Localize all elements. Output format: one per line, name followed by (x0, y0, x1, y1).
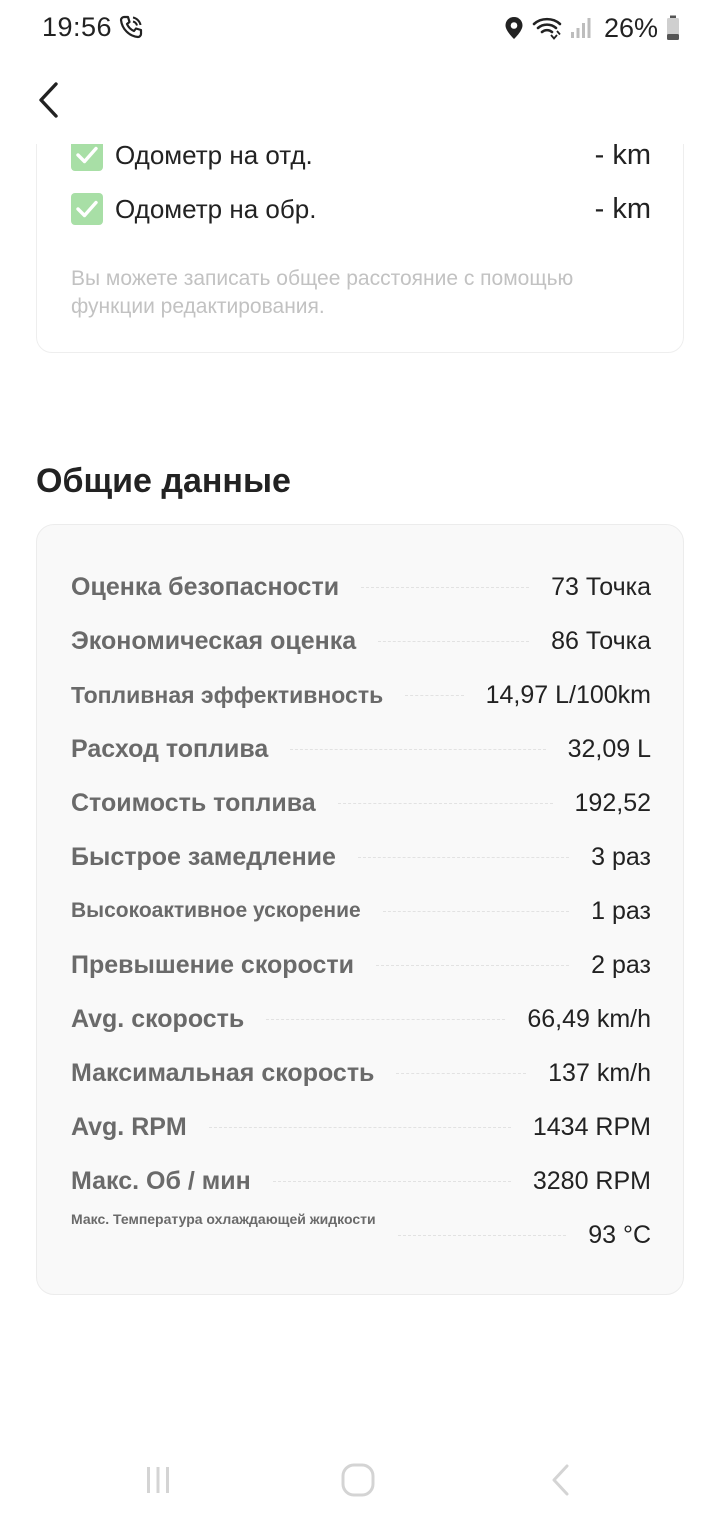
dotted-leader (266, 1018, 506, 1020)
stat-value: 32,09 L (567, 734, 651, 763)
status-bar: 19:56 26% (0, 0, 720, 56)
stat-row-hard-acceleration: Высокоактивное ускорение 1 раз (71, 891, 651, 931)
stat-row-avg-speed: Avg. скорость 66,49 km/h (71, 999, 651, 1039)
stat-row-hard-braking: Быстрое замедление 3 раз (71, 837, 651, 877)
stat-value: 73 Точка (551, 572, 651, 601)
stat-label: Макс. Об / мин (71, 1166, 251, 1195)
home-button[interactable] (336, 1458, 380, 1502)
odometer-row-return: Одометр на обр. - km (71, 187, 651, 231)
stat-label: Быстрое замедление (71, 842, 336, 871)
odometer-row-departure: Одометр на отд. - km (71, 144, 651, 177)
stat-value: 2 раз (591, 950, 651, 979)
nav-back-icon (552, 1464, 569, 1496)
stat-label: Оценка безопасности (71, 572, 340, 601)
back-button[interactable] (26, 76, 70, 124)
stat-row-fuel-cost: Стоимость топлива 192,52 (71, 783, 651, 823)
stat-label: Топливная эффективность (71, 681, 384, 708)
dotted-leader (378, 640, 530, 642)
nav-back-button[interactable] (538, 1458, 582, 1502)
stat-row-speeding: Превышение скорости 2 раз (71, 945, 651, 985)
stat-value: 86 Точка (551, 626, 651, 655)
stat-label: Стоимость топлива (71, 788, 316, 817)
dotted-leader (357, 856, 570, 858)
signal-icon (570, 16, 592, 40)
stat-row-fuel-consumption: Расход топлива 32,09 L (71, 729, 651, 769)
dotted-leader (397, 1234, 567, 1236)
section-title: Общие данные (36, 462, 291, 500)
stat-value: 14,97 L/100km (485, 680, 651, 709)
system-nav-bar (0, 1440, 720, 1520)
dotted-leader (337, 802, 553, 804)
stat-value: 137 km/h (548, 1058, 651, 1087)
odometer-card: Одометр на отд. - km Одометр на обр. - k… (36, 144, 684, 353)
stat-value: 3 раз (591, 842, 651, 871)
stat-label: Макс. Температура охлаждающей жидкости (71, 1211, 376, 1227)
battery-percent: 26% (603, 12, 658, 43)
odometer-label: Одометр на отд. (115, 144, 313, 170)
stat-row-avg-rpm: Avg. RPM 1434 RPM (71, 1107, 651, 1147)
stat-label: Экономическая оценка (71, 626, 357, 655)
dotted-leader (405, 694, 464, 696)
dotted-leader (290, 748, 546, 750)
wifi-icon (532, 16, 562, 40)
stat-label: Avg. скорость (71, 1004, 245, 1033)
status-time: 19:56 (42, 12, 113, 42)
dotted-leader (272, 1180, 511, 1182)
dotted-leader (208, 1126, 511, 1128)
check-icon (71, 193, 103, 225)
stat-value: 192,52 (574, 788, 651, 817)
stat-value: 66,49 km/h (527, 1004, 651, 1033)
stat-label: Высокоактивное ускорение (71, 899, 361, 922)
location-icon (504, 16, 524, 40)
screen: 19:56 26% Одометр на отд. - km Одометр н… (0, 0, 720, 1520)
stat-row-economy-score: Экономическая оценка 86 Точка (71, 621, 651, 661)
dotted-leader (382, 910, 570, 912)
odometer-label: Одометр на обр. (115, 193, 317, 224)
dotted-leader (361, 586, 530, 588)
stat-value: 1434 RPM (532, 1112, 651, 1141)
stat-row-max-coolant-temp: Макс. Температура охлаждающей жидкости 9… (71, 1211, 651, 1255)
stat-row-max-rpm: Макс. Об / мин 3280 RPM (71, 1161, 651, 1201)
scroll-content[interactable]: Одометр на отд. - km Одометр на обр. - k… (0, 144, 720, 1444)
check-icon (71, 144, 103, 171)
stat-value: 1 раз (591, 896, 651, 925)
call-icon (118, 14, 144, 40)
stat-value: 93 °C (588, 1220, 651, 1249)
stat-label: Превышение скорости (71, 950, 355, 979)
stat-row-safety-score: Оценка безопасности 73 Точка (71, 567, 651, 607)
odometer-value: - km (594, 144, 651, 171)
stat-row-fuel-efficiency: Топливная эффективность 14,97 L/100km (71, 675, 651, 715)
home-icon (341, 1463, 375, 1497)
status-icons: 26% (504, 12, 680, 44)
general-stats-card: Оценка безопасности 73 Точка Экономическ… (36, 524, 684, 1295)
dotted-leader (396, 1072, 527, 1074)
stat-label: Avg. RPM (71, 1112, 187, 1141)
stat-row-max-speed: Максимальная скорость 137 km/h (71, 1053, 651, 1093)
odometer-value: - km (594, 192, 651, 225)
odometer-hint: Вы можете записать общее расстояние с по… (71, 267, 574, 318)
stat-label: Максимальная скорость (71, 1058, 375, 1087)
battery-icon (666, 15, 680, 41)
dotted-leader (376, 964, 570, 966)
back-arrow-icon (39, 82, 58, 118)
stat-value: 3280 RPM (532, 1166, 651, 1195)
recent-apps-icon (147, 1467, 169, 1493)
stat-label: Расход топлива (71, 734, 269, 763)
recent-apps-button[interactable] (136, 1458, 180, 1502)
